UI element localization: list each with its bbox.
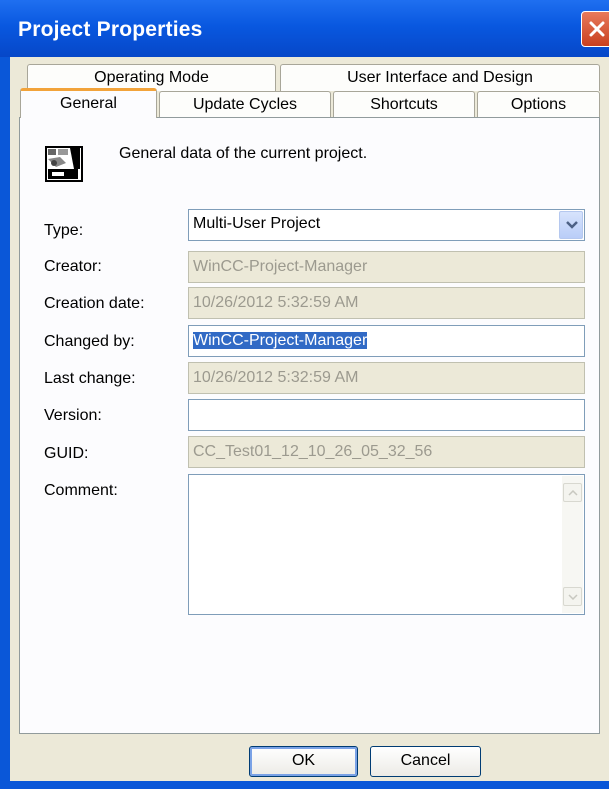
scroll-up-button[interactable] (563, 483, 582, 502)
scroll-down-icon (568, 594, 578, 600)
scroll-up-icon (568, 490, 578, 496)
ok-button[interactable]: OK (249, 746, 358, 777)
tab-options[interactable]: Options (477, 91, 600, 118)
close-button[interactable] (581, 11, 609, 47)
changed-by-field[interactable]: WinCC-Project-Manager (188, 325, 585, 357)
creation-date-label: Creation date: (44, 295, 145, 312)
scroll-down-button[interactable] (563, 587, 582, 606)
window-bottom-border (0, 781, 609, 789)
type-select[interactable]: Multi-User Project (188, 209, 585, 241)
creator-field: WinCC-Project-Manager (188, 251, 585, 283)
cancel-button[interactable]: Cancel (370, 746, 481, 777)
tab-user-interface-and-design[interactable]: User Interface and Design (280, 64, 600, 91)
title-bar[interactable]: Project Properties (0, 0, 609, 57)
type-dropdown-button[interactable] (559, 211, 583, 239)
close-icon (589, 21, 605, 37)
type-select-value: Multi-User Project (193, 215, 321, 232)
creation-date-field: 10/26/2012 5:32:59 AM (188, 287, 585, 319)
chevron-down-icon (566, 221, 578, 229)
last-change-label: Last change: (44, 370, 136, 387)
tab-general[interactable]: General (20, 88, 157, 118)
description-text: General data of the current project. (119, 145, 368, 162)
tab-operating-mode[interactable]: Operating Mode (27, 64, 276, 91)
comment-scrollbar[interactable] (562, 476, 583, 613)
version-field[interactable] (188, 399, 585, 431)
window-title: Project Properties (18, 18, 203, 41)
changed-by-selected-text: WinCC-Project-Manager (193, 332, 368, 349)
tab-shortcuts[interactable]: Shortcuts (333, 91, 475, 118)
type-label: Type: (44, 222, 84, 239)
project-properties-icon (45, 146, 83, 182)
comment-label: Comment: (44, 482, 118, 499)
comment-textarea[interactable] (188, 474, 585, 615)
tab-update-cycles[interactable]: Update Cycles (159, 91, 331, 118)
version-label: Version: (44, 407, 102, 424)
creator-label: Creator: (44, 258, 102, 275)
guid-label: GUID: (44, 445, 89, 462)
guid-field: CC_Test01_12_10_26_05_32_56 (188, 436, 585, 468)
changed-by-label: Changed by: (44, 333, 135, 350)
last-change-field: 10/26/2012 5:32:59 AM (188, 362, 585, 394)
